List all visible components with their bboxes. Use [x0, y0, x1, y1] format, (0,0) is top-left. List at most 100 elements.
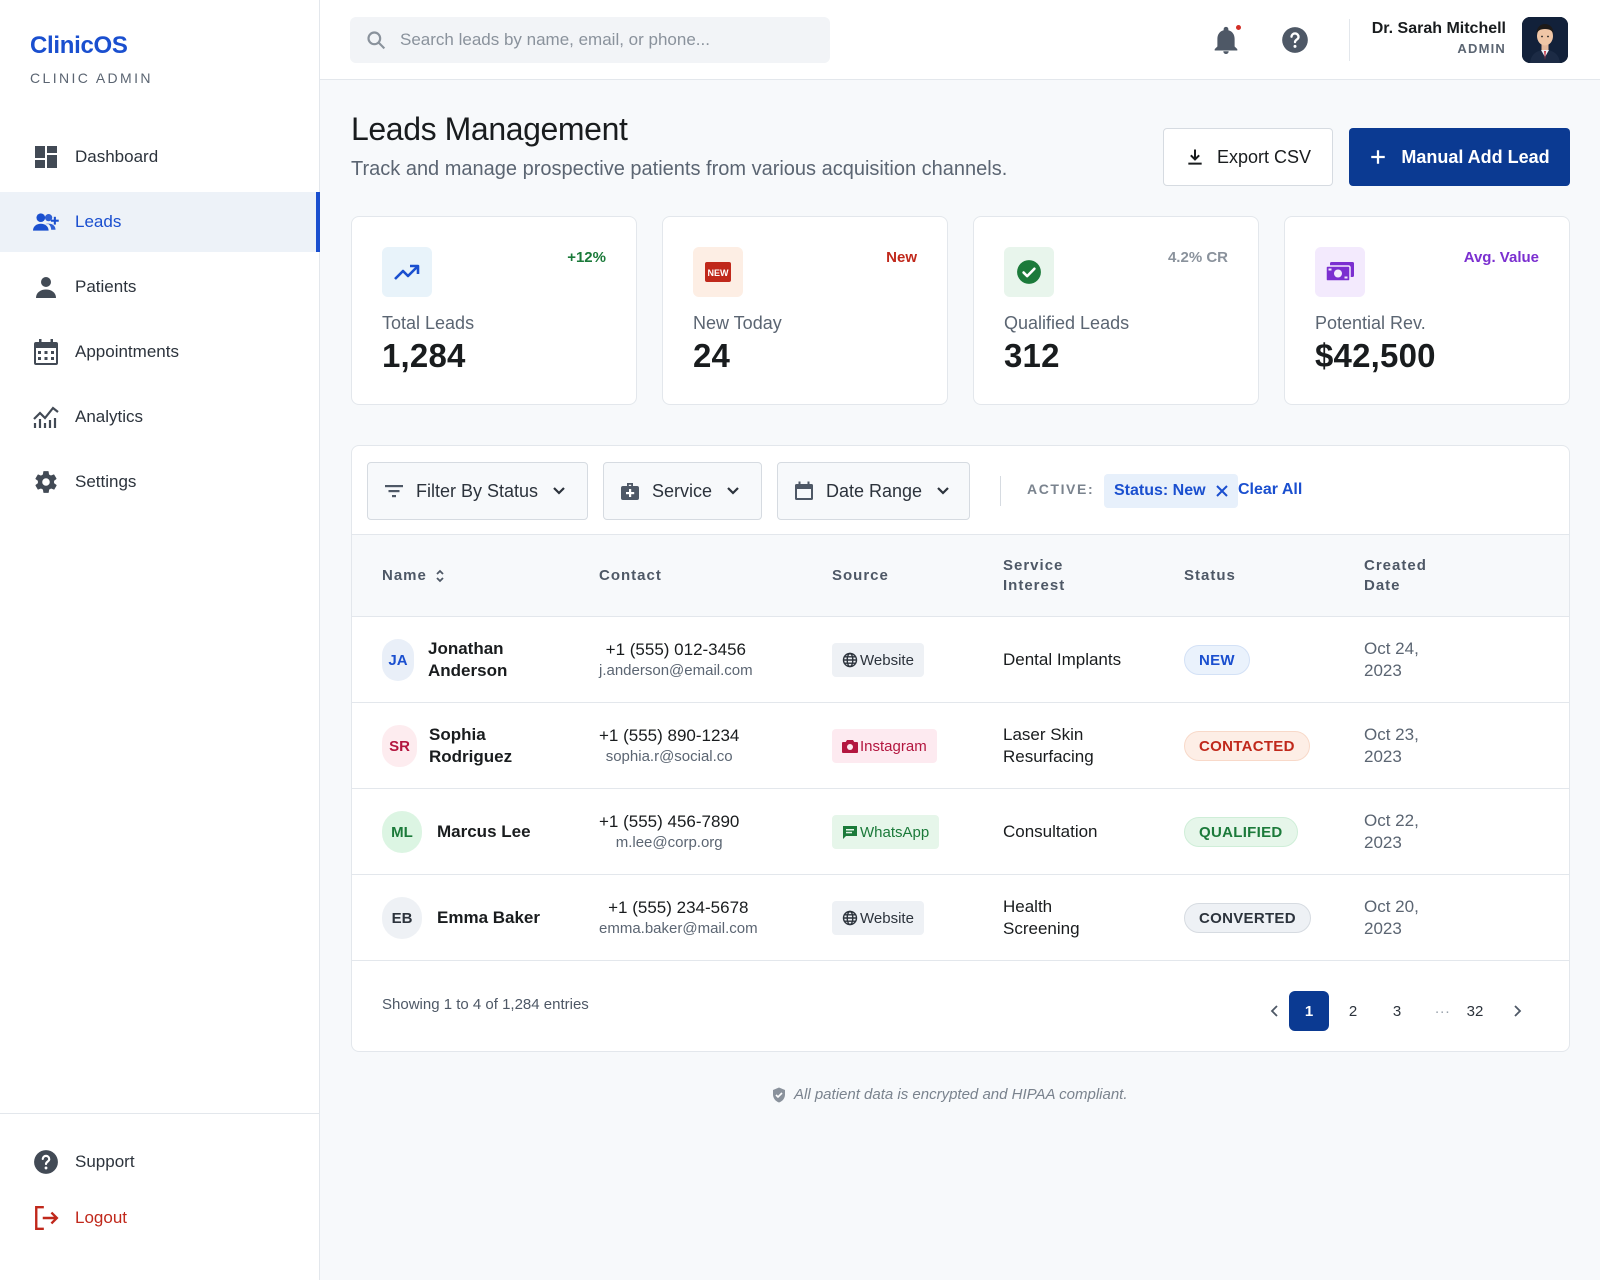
- manual-add-lead-button[interactable]: Manual Add Lead: [1349, 128, 1570, 186]
- search-input[interactable]: [400, 30, 820, 50]
- sidebar-item-label: Logout: [75, 1208, 127, 1227]
- new-icon: NEW: [704, 261, 732, 283]
- search-box[interactable]: [350, 17, 830, 63]
- date-line: 2023: [1364, 661, 1402, 680]
- stat-label: Total Leads: [382, 313, 475, 333]
- user-name[interactable]: Dr. Sarah Mitchell: [1372, 20, 1506, 38]
- stat-label: Qualified Leads: [1004, 313, 1130, 333]
- source-badge: Instagram: [832, 729, 937, 763]
- chevron-left-icon: [1270, 1004, 1280, 1018]
- pagination-page-1[interactable]: 1: [1289, 991, 1329, 1031]
- service-cell: Consultation: [1003, 789, 1098, 875]
- stat-value: 1,284: [382, 337, 466, 374]
- column-header-service-interest: Service Interest: [1003, 535, 1065, 617]
- filter-service-dropdown[interactable]: Service: [603, 462, 762, 520]
- hipaa-text: All patient data is encrypted and HIPAA …: [794, 1086, 1128, 1103]
- email[interactable]: emma.baker@mail.com: [599, 918, 758, 939]
- email[interactable]: sophia.r@social.co: [606, 746, 733, 767]
- export-csv-button[interactable]: Export CSV: [1163, 128, 1333, 186]
- email[interactable]: j.anderson@email.com: [599, 660, 753, 681]
- brand-subtitle: CLINIC ADMIN: [30, 70, 153, 86]
- sidebar-item-analytics[interactable]: Analytics: [0, 387, 320, 447]
- user-role: ADMIN: [1457, 41, 1506, 56]
- stat-icon-box: NEW: [693, 247, 743, 297]
- lead-name[interactable]: Emma Baker: [437, 907, 540, 929]
- plus-icon: [1369, 148, 1387, 166]
- created-date: Oct 22, 2023: [1364, 810, 1419, 854]
- pagination-page-2[interactable]: 2: [1333, 991, 1373, 1031]
- lead-name[interactable]: Sophia Rodriguez: [429, 724, 512, 768]
- active-filters-label: ACTIVE:: [1027, 481, 1095, 497]
- sidebar-item-appointments[interactable]: Appointments: [0, 322, 320, 382]
- column-header-label: Name: [382, 567, 427, 584]
- stat-label: Potential Rev.: [1315, 313, 1426, 333]
- contact-cell: +1 (555) 012-3456 j.anderson@email.com: [599, 617, 753, 703]
- lead-name[interactable]: Marcus Lee: [437, 821, 531, 843]
- stat-card-new-today: NEW New New Today 24: [662, 216, 948, 405]
- notification-dot: [1235, 24, 1242, 31]
- sidebar-item-support[interactable]: Support: [0, 1134, 320, 1190]
- date-line: 2023: [1364, 747, 1402, 766]
- sidebar-item-label: Support: [75, 1152, 135, 1171]
- stat-badge: 4.2% CR: [1167, 249, 1228, 266]
- name-line: Jonathan: [428, 639, 504, 658]
- sidebar-item-settings[interactable]: Settings: [0, 452, 320, 512]
- topbar-divider: [1349, 19, 1350, 61]
- pagination-page-32[interactable]: 32: [1455, 991, 1495, 1031]
- stat-label: New Today: [693, 313, 782, 333]
- pagination-ellipsis: ...: [1435, 1000, 1451, 1017]
- pagination-page-3[interactable]: 3: [1377, 991, 1417, 1031]
- source-cell: Website: [832, 875, 924, 961]
- filter-date-range-dropdown[interactable]: Date Range: [777, 462, 970, 520]
- table-row[interactable]: EB Emma Baker +1 (555) 234-5678 emma.bak…: [352, 875, 1569, 961]
- avatar[interactable]: [1522, 17, 1568, 63]
- column-header-label: Contact: [599, 567, 662, 584]
- close-icon[interactable]: [1215, 485, 1228, 497]
- table-row[interactable]: JA Jonathan Anderson +1 (555) 012-3456 j.…: [352, 617, 1569, 703]
- notifications-button[interactable]: [1210, 24, 1242, 56]
- analytics-icon: [33, 404, 59, 430]
- name-cell: SR Sophia Rodriguez: [382, 703, 512, 789]
- table-row[interactable]: SR Sophia Rodriguez +1 (555) 890-1234 sop…: [352, 703, 1569, 789]
- lead-name[interactable]: Jonathan Anderson: [428, 638, 507, 682]
- source-label: WhatsApp: [860, 823, 930, 841]
- header-line: Interest: [1003, 577, 1066, 594]
- help-button[interactable]: [1279, 24, 1311, 56]
- sidebar-item-label: Appointments: [75, 342, 179, 361]
- column-header-name[interactable]: Name: [382, 535, 445, 617]
- stat-card-qualified-leads: 4.2% CR Qualified Leads 312: [973, 216, 1259, 405]
- sidebar-item-label: Dashboard: [75, 147, 159, 166]
- filter-status-dropdown[interactable]: Filter By Status: [367, 462, 588, 520]
- chip-label: Status: New: [1114, 482, 1206, 499]
- payments-icon: [1325, 261, 1355, 283]
- name-cell: EB Emma Baker: [382, 875, 540, 961]
- service-line: Resurfacing: [1003, 747, 1094, 766]
- brand-title[interactable]: ClinicOS: [30, 32, 153, 60]
- check-circle-icon: [1016, 259, 1042, 285]
- hipaa-notice: All patient data is encrypted and HIPAA …: [772, 1086, 1128, 1103]
- svg-text:NEW: NEW: [708, 268, 730, 278]
- stat-icon-box: [1004, 247, 1054, 297]
- service-label: Dental Implants: [1003, 649, 1121, 671]
- header-line: Service: [1003, 557, 1064, 574]
- sidebar-item-logout[interactable]: Logout: [0, 1190, 320, 1246]
- service-label: Laser Skin Resurfacing: [1003, 724, 1094, 768]
- table-row[interactable]: ML Marcus Lee +1 (555) 456-7890 m.lee@co…: [352, 789, 1569, 875]
- sidebar-item-dashboard[interactable]: Dashboard: [0, 127, 320, 187]
- camera-icon: [842, 739, 858, 753]
- sidebar-item-leads[interactable]: Leads: [0, 192, 320, 252]
- globe-icon: [842, 652, 858, 668]
- clear-all-button[interactable]: Clear All: [1238, 481, 1302, 499]
- created-cell: Oct 23, 2023: [1364, 703, 1419, 789]
- column-header-label: Created Date: [1364, 556, 1427, 596]
- source-cell: WhatsApp: [832, 789, 940, 875]
- pagination-next[interactable]: [1497, 991, 1537, 1031]
- email[interactable]: m.lee@corp.org: [616, 832, 723, 853]
- person-icon: [33, 274, 59, 300]
- chevron-down-icon: [936, 486, 950, 496]
- stat-badge: Avg. Value: [1463, 249, 1539, 266]
- source-badge: Website: [832, 901, 924, 935]
- manual-add-lead-label: Manual Add Lead: [1401, 146, 1550, 167]
- contact-cell: +1 (555) 234-5678 emma.baker@mail.com: [599, 875, 758, 961]
- sidebar-item-patients[interactable]: Patients: [0, 257, 320, 317]
